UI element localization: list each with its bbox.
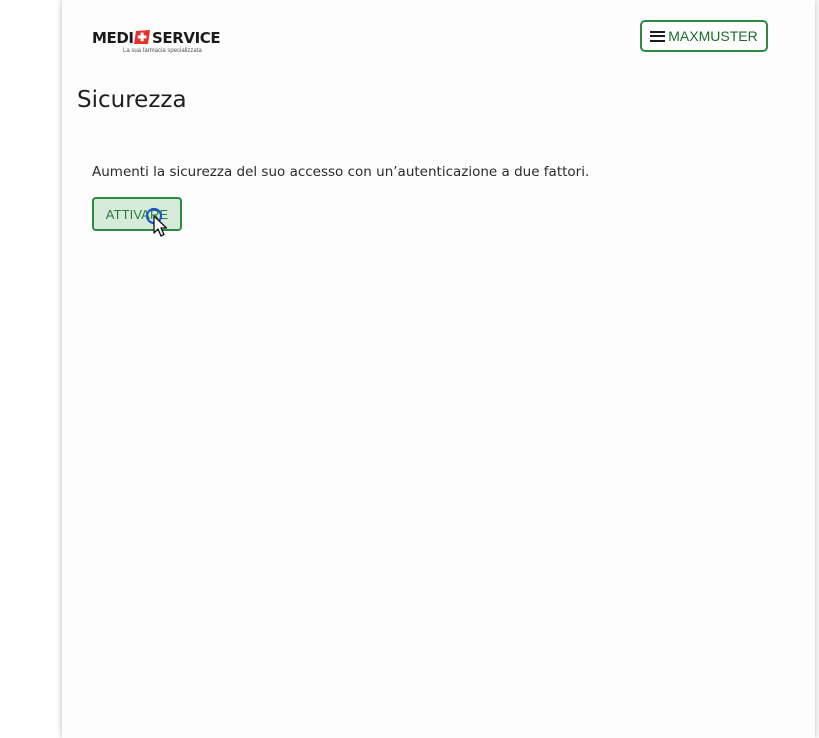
page-background: MEDI SERVICE La sua farmacia specializza… — [0, 0, 819, 738]
page-title: Sicurezza — [77, 87, 187, 113]
hamburger-icon — [650, 30, 666, 42]
content-card: MEDI SERVICE La sua farmacia specializza… — [62, 0, 815, 738]
activate-button-label: ATTIVARE — [105, 206, 169, 222]
activate-2fa-button[interactable]: ATTIVARE — [92, 197, 182, 231]
logo-tagline: La sua farmacia specializzata — [123, 48, 202, 54]
security-description: Aumenti la sicurezza del suo accesso con… — [92, 164, 590, 180]
user-menu-button[interactable]: MAXMUSTER — [640, 20, 768, 52]
swiss-cross-icon — [134, 30, 150, 44]
logo-word-medi: MEDI — [92, 29, 134, 47]
medi-service-logo[interactable]: MEDI SERVICE La sua farmacia specializza… — [92, 28, 232, 60]
user-menu-label: MAXMUSTER — [668, 28, 758, 44]
logo-word-service: SERVICE — [152, 29, 221, 47]
